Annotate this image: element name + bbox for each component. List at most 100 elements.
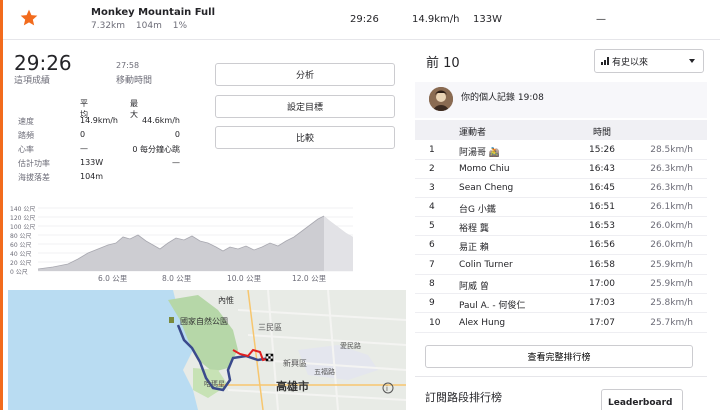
set-goal-button[interactable]: 設定目標 bbox=[215, 95, 395, 118]
effort-time: 29:26 bbox=[14, 51, 72, 75]
leaderboard-row[interactable]: 5 裕程 龔 16:53 26.0km/h bbox=[415, 216, 707, 236]
subscribe-title: 訂閱路段排行榜 bbox=[425, 391, 502, 404]
athlete-name[interactable]: 易正 賴 bbox=[459, 240, 489, 253]
map-label: 愛民路 bbox=[340, 341, 361, 350]
time: 17:00 bbox=[589, 279, 615, 289]
personal-record-row[interactable]: 你的個人記錄 19:08 bbox=[415, 82, 707, 118]
leaderboard-row[interactable]: 3 Sean Cheng 16:45 26.3km/h bbox=[415, 178, 707, 198]
stats-row: 估計功率 133W — bbox=[14, 158, 204, 172]
elev-x-tick: 8.0 公里 bbox=[162, 274, 192, 283]
speed: 26.0km/h bbox=[650, 240, 693, 250]
rank: 3 bbox=[429, 183, 435, 193]
moving-time-label: 移動時間 bbox=[116, 76, 153, 86]
leaderboard-row[interactable]: 10 Alex Hung 17:07 25.7km/h bbox=[415, 313, 707, 333]
leaderboard-row[interactable]: 1 阿湯哥 🚵 15:26 28.5km/h bbox=[415, 140, 707, 160]
bar-chart-icon bbox=[601, 57, 609, 65]
speed: 25.8km/h bbox=[650, 298, 693, 308]
segment-power: 133W bbox=[473, 14, 502, 25]
elev-y-tick: 40 公尺 bbox=[10, 251, 32, 258]
rank: 4 bbox=[429, 202, 435, 212]
rank: 7 bbox=[429, 260, 435, 270]
leaderboard-filter-select[interactable]: 有史以來 bbox=[594, 49, 704, 73]
stats-label: 海拔落差 bbox=[18, 173, 50, 182]
analyze-button[interactable]: 分析 bbox=[215, 63, 395, 86]
moving-time: 27:58 bbox=[116, 61, 140, 70]
elev-y-tick: 60 公尺 bbox=[10, 242, 32, 249]
elev-y-tick: 100 公尺 bbox=[10, 224, 35, 231]
elevation-profile[interactable]: 140 公尺 120 公尺 100 公尺 80 公尺 60 公尺 40 公尺 2… bbox=[8, 203, 353, 285]
time: 16:45 bbox=[589, 183, 615, 193]
speed: 26.0km/h bbox=[650, 221, 693, 231]
stats-avg: 0 bbox=[80, 130, 86, 139]
athlete-name[interactable]: 台G 小鐵 bbox=[459, 202, 496, 215]
segment-name[interactable]: Monkey Mountain Full bbox=[91, 7, 215, 18]
speed: 25.9km/h bbox=[650, 260, 693, 270]
stats-avg: 104m bbox=[80, 172, 104, 181]
stats-max: — bbox=[172, 158, 180, 167]
stats-label: 速度 bbox=[18, 117, 34, 126]
compare-button[interactable]: 比較 bbox=[215, 126, 395, 149]
leaderboard-row[interactable]: 8 阿威 曾 17:00 25.9km/h bbox=[415, 274, 707, 294]
stats-avg: 14.9km/h bbox=[80, 116, 119, 125]
athlete-name[interactable]: Sean Cheng bbox=[459, 183, 513, 193]
elev-x-tick: 12.0 公里 bbox=[292, 274, 327, 283]
athlete-name[interactable]: 裕程 龔 bbox=[459, 221, 489, 234]
map-info-icon[interactable]: i bbox=[386, 385, 388, 393]
map-label: 內惟 bbox=[218, 295, 234, 305]
speed: 25.7km/h bbox=[650, 318, 693, 328]
leaderboard-row[interactable]: 4 台G 小鐵 16:51 26.1km/h bbox=[415, 197, 707, 217]
speed: 26.3km/h bbox=[650, 164, 693, 174]
time: 16:43 bbox=[589, 164, 615, 174]
speed: 25.9km/h bbox=[650, 279, 693, 289]
elev-x-tick: 6.0 公里 bbox=[98, 274, 128, 283]
elev-y-tick: 120 公尺 bbox=[10, 215, 35, 222]
map-label: 新興區 bbox=[283, 358, 307, 368]
elev-y-tick: 20 公尺 bbox=[10, 260, 32, 267]
rank: 1 bbox=[429, 145, 435, 155]
speed: 26.1km/h bbox=[650, 202, 693, 212]
route-map[interactable]: i 內惟 國家自然公園 三民區 愛民路 新興區 高雄市 五福路 哈瑪星 bbox=[8, 290, 406, 410]
leaderboard-row[interactable]: 7 Colin Turner 16:58 25.9km/h bbox=[415, 255, 707, 275]
leaderboard-row[interactable]: 2 Momo Chiu 16:43 26.3km/h bbox=[415, 159, 707, 179]
stats-label: 心率 bbox=[18, 145, 34, 154]
segment-elevation: 104m bbox=[135, 21, 162, 31]
segment-distance: 7.32km bbox=[91, 21, 126, 31]
elev-y-tick: 0 公尺 bbox=[10, 269, 28, 276]
speed: 26.3km/h bbox=[650, 183, 693, 193]
rank: 6 bbox=[429, 240, 435, 250]
athlete-name[interactable]: 阿湯哥 🚵 bbox=[459, 145, 500, 158]
athlete-name[interactable]: 阿威 曾 bbox=[459, 279, 489, 292]
leaderboard-badge[interactable]: Leaderboard bbox=[601, 389, 683, 410]
map-label: 高雄市 bbox=[276, 379, 309, 393]
athlete-name[interactable]: Alex Hung bbox=[459, 318, 505, 328]
athlete-name[interactable]: Colin Turner bbox=[459, 260, 513, 270]
leaderboard-filter-value: 有史以來 bbox=[612, 57, 649, 68]
rank: 9 bbox=[429, 298, 435, 308]
stats-max: 44.6km/h bbox=[141, 116, 180, 125]
star-icon[interactable] bbox=[19, 8, 39, 28]
stats-max: 0 bbox=[174, 130, 180, 139]
leaderboard-row[interactable]: 6 易正 賴 16:56 26.0km/h bbox=[415, 235, 707, 255]
rank: 8 bbox=[429, 279, 435, 289]
col-time: 時間 bbox=[593, 128, 612, 138]
segment-grade: 1% bbox=[172, 21, 188, 31]
elev-x-tick: 10.0 公里 bbox=[227, 274, 262, 283]
athlete-name[interactable]: Momo Chiu bbox=[459, 164, 510, 174]
view-full-leaderboard-button[interactable]: 查看完整排行榜 bbox=[425, 345, 693, 368]
map-label: 三民區 bbox=[258, 323, 282, 332]
stats-avg: 133W bbox=[80, 158, 104, 167]
stats-row: 海拔落差 104m bbox=[14, 172, 204, 186]
stats-max: 0 每分鐘心跳 bbox=[132, 145, 180, 154]
stats-row: 速度 14.9km/h 44.6km/h bbox=[14, 116, 204, 130]
leaderboard-row[interactable]: 9 Paul A. - 何俊仁 17:03 25.8km/h bbox=[415, 293, 707, 313]
stats-row: 心率 — 0 每分鐘心跳 bbox=[14, 144, 204, 158]
elev-y-tick: 140 公尺 bbox=[10, 206, 35, 213]
stats-label: 踏頻 bbox=[18, 131, 34, 140]
rank: 10 bbox=[429, 318, 441, 328]
accent-bar bbox=[0, 0, 3, 410]
time: 16:53 bbox=[589, 221, 615, 231]
segment-header: Monkey Mountain Full 7.32km 104m 1% 29:2… bbox=[3, 0, 720, 40]
leaderboard-header: 運動者 時間 bbox=[415, 120, 707, 140]
athlete-name[interactable]: Paul A. - 何俊仁 bbox=[459, 298, 525, 311]
map-label: 五福路 bbox=[314, 367, 335, 376]
